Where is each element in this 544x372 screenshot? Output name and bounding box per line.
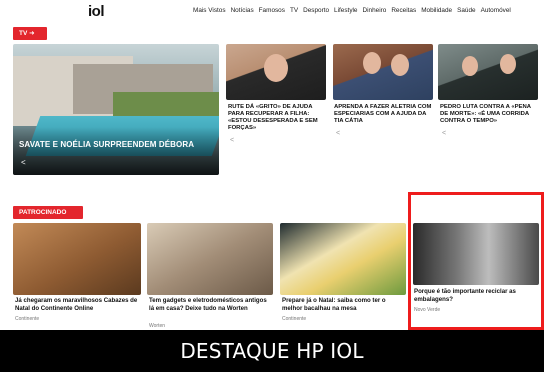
nav-item-noticias[interactable]: Notícias	[231, 7, 254, 14]
caption-banner: DESTAQUE HP IOL	[0, 330, 544, 372]
person-face	[363, 52, 381, 74]
nav-item-mobilidade[interactable]: Mobilidade	[421, 7, 452, 14]
nav-item-mais-vistos[interactable]: Mais Vistos	[193, 7, 226, 14]
tv-card-title[interactable]: RUTE DÁ «GRITO» DE AJUDA PARA RECUPERAR …	[228, 104, 326, 132]
nav-item-receitas[interactable]: Receitas	[391, 7, 416, 14]
site-logo[interactable]: iol	[88, 3, 105, 20]
nav-item-dinheiro[interactable]: Dinheiro	[363, 7, 387, 14]
hero-image-garden	[113, 92, 219, 118]
hero-title[interactable]: SAVATE E NOÉLIA SURPREENDEM DÉBORA	[19, 140, 194, 149]
nav-item-famosos[interactable]: Famosos	[259, 7, 285, 14]
sponsored-card-title[interactable]: Já chegaram os maravilhosos Cabazes de N…	[15, 297, 139, 313]
top-navigation-bar: iol Mais Vistos Notícias Famosos TV Desp…	[0, 0, 544, 24]
person-face	[264, 54, 288, 82]
hero-gradient-overlay	[13, 127, 219, 175]
highlight-frame	[408, 192, 544, 330]
tv-card-thumbnail[interactable]	[333, 44, 433, 100]
sponsored-card-thumbnail[interactable]	[280, 223, 406, 295]
sponsored-card-title[interactable]: Tem gadgets e eletrodomésticos antigos l…	[149, 297, 273, 313]
share-icon[interactable]: <	[21, 158, 26, 167]
tv-card-title[interactable]: APRENDA A FAZER ALETRIA COM ESPECIARIAS …	[334, 104, 436, 125]
nav-item-desporto[interactable]: Desporto	[303, 7, 329, 14]
sponsored-card-thumbnail[interactable]	[147, 223, 273, 295]
sponsored-card-title[interactable]: Prepare já o Natal: saiba como ter o mel…	[282, 297, 406, 313]
main-nav: Mais Vistos Notícias Famosos TV Desporto…	[193, 7, 511, 14]
nav-item-tv[interactable]: TV	[290, 7, 298, 14]
sponsored-section-tag: PATROCINADO	[13, 206, 83, 219]
sponsored-card-source: Worten	[149, 323, 166, 329]
person-face	[391, 54, 409, 76]
tv-card-title[interactable]: PEDRO LUTA CONTRA A «PENA DE MORTE»: «É …	[440, 104, 540, 125]
nav-item-saude[interactable]: Saúde	[457, 7, 475, 14]
person-face	[462, 56, 478, 76]
share-icon[interactable]: <	[230, 137, 234, 144]
nav-item-lifestyle[interactable]: Lifestyle	[334, 7, 357, 14]
sponsored-card-thumbnail[interactable]	[13, 223, 141, 295]
share-icon[interactable]: <	[336, 130, 340, 137]
tv-section-tag[interactable]: TV ➜	[13, 27, 47, 40]
tv-hero-card[interactable]: SAVATE E NOÉLIA SURPREENDEM DÉBORA <	[13, 44, 219, 175]
tv-card-thumbnail[interactable]	[438, 44, 538, 100]
share-icon[interactable]: <	[442, 130, 446, 137]
nav-item-automovel[interactable]: Automóvel	[481, 7, 511, 14]
sponsored-card-source: Continente	[15, 316, 40, 322]
tv-card-thumbnail[interactable]	[226, 44, 326, 100]
person-face	[500, 54, 516, 74]
sponsored-card-source: Continente	[282, 316, 307, 322]
